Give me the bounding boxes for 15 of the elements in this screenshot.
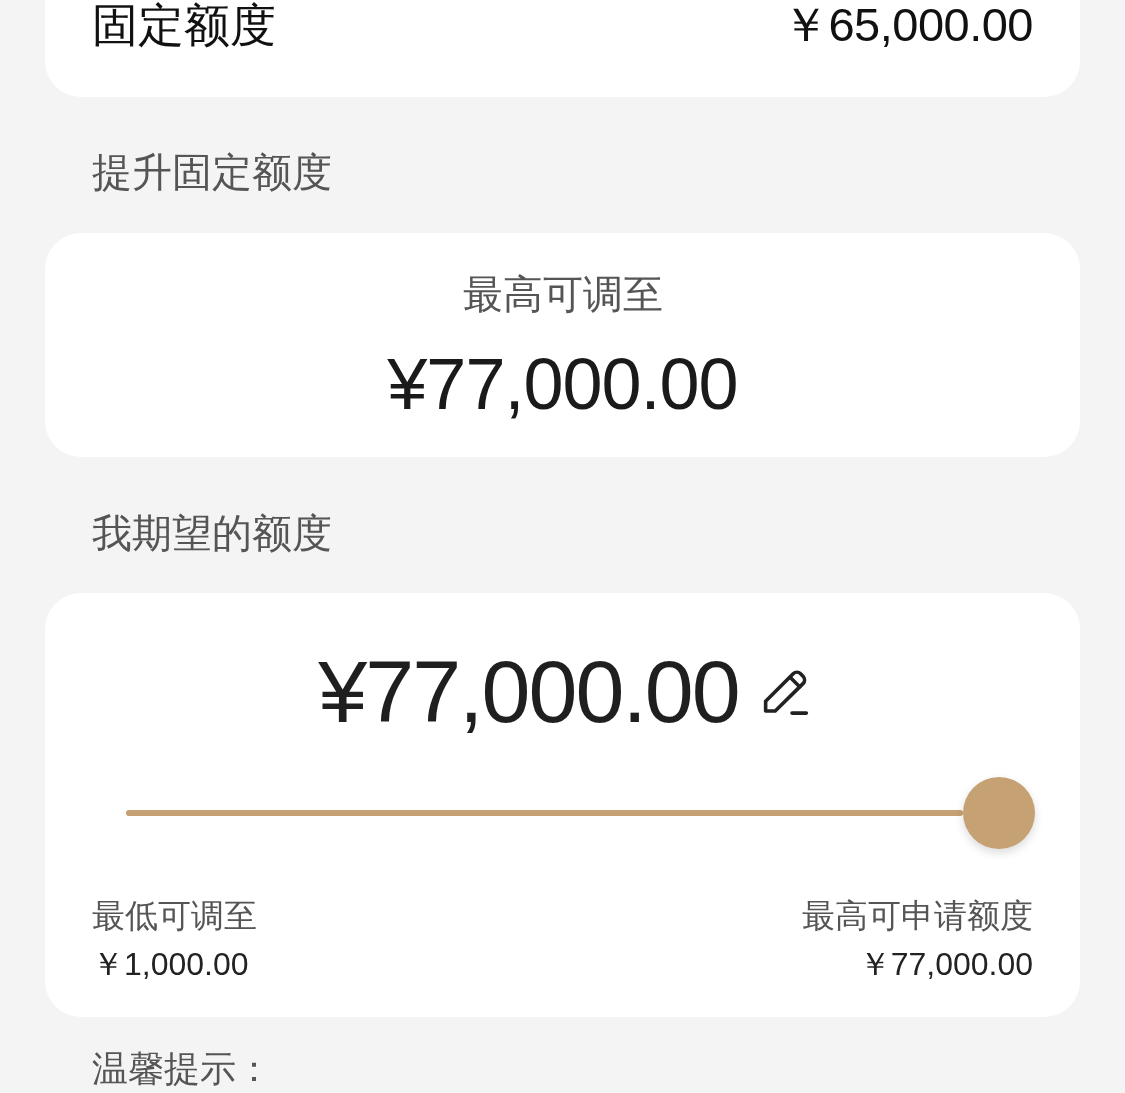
fixed-quota-label: 固定额度: [92, 1, 276, 49]
section-title: 我期望的额度: [92, 510, 332, 556]
tips-title: 温馨提示：: [92, 1047, 272, 1091]
max-adjust-caption: 最高可调至: [462, 272, 663, 316]
section-title: 提升固定额度: [92, 149, 332, 195]
min-limit-label: 最低可调至: [92, 896, 257, 936]
slider-thumb[interactable]: [963, 777, 1035, 849]
fixed-quota-amount: ￥65,000.00: [781, 1, 1033, 49]
edit-pencil-icon[interactable]: [762, 669, 809, 715]
max-limit-label: 最高可申请额度: [802, 896, 1033, 936]
max-limit-amount: ￥77,000.00: [858, 945, 1033, 984]
max-adjust-amount: ¥77,000.00: [387, 344, 738, 424]
min-limit-amount: ￥1,000.00: [92, 945, 249, 984]
expected-amount: ¥77,000.00: [318, 642, 739, 742]
slider-track[interactable]: [126, 810, 963, 816]
